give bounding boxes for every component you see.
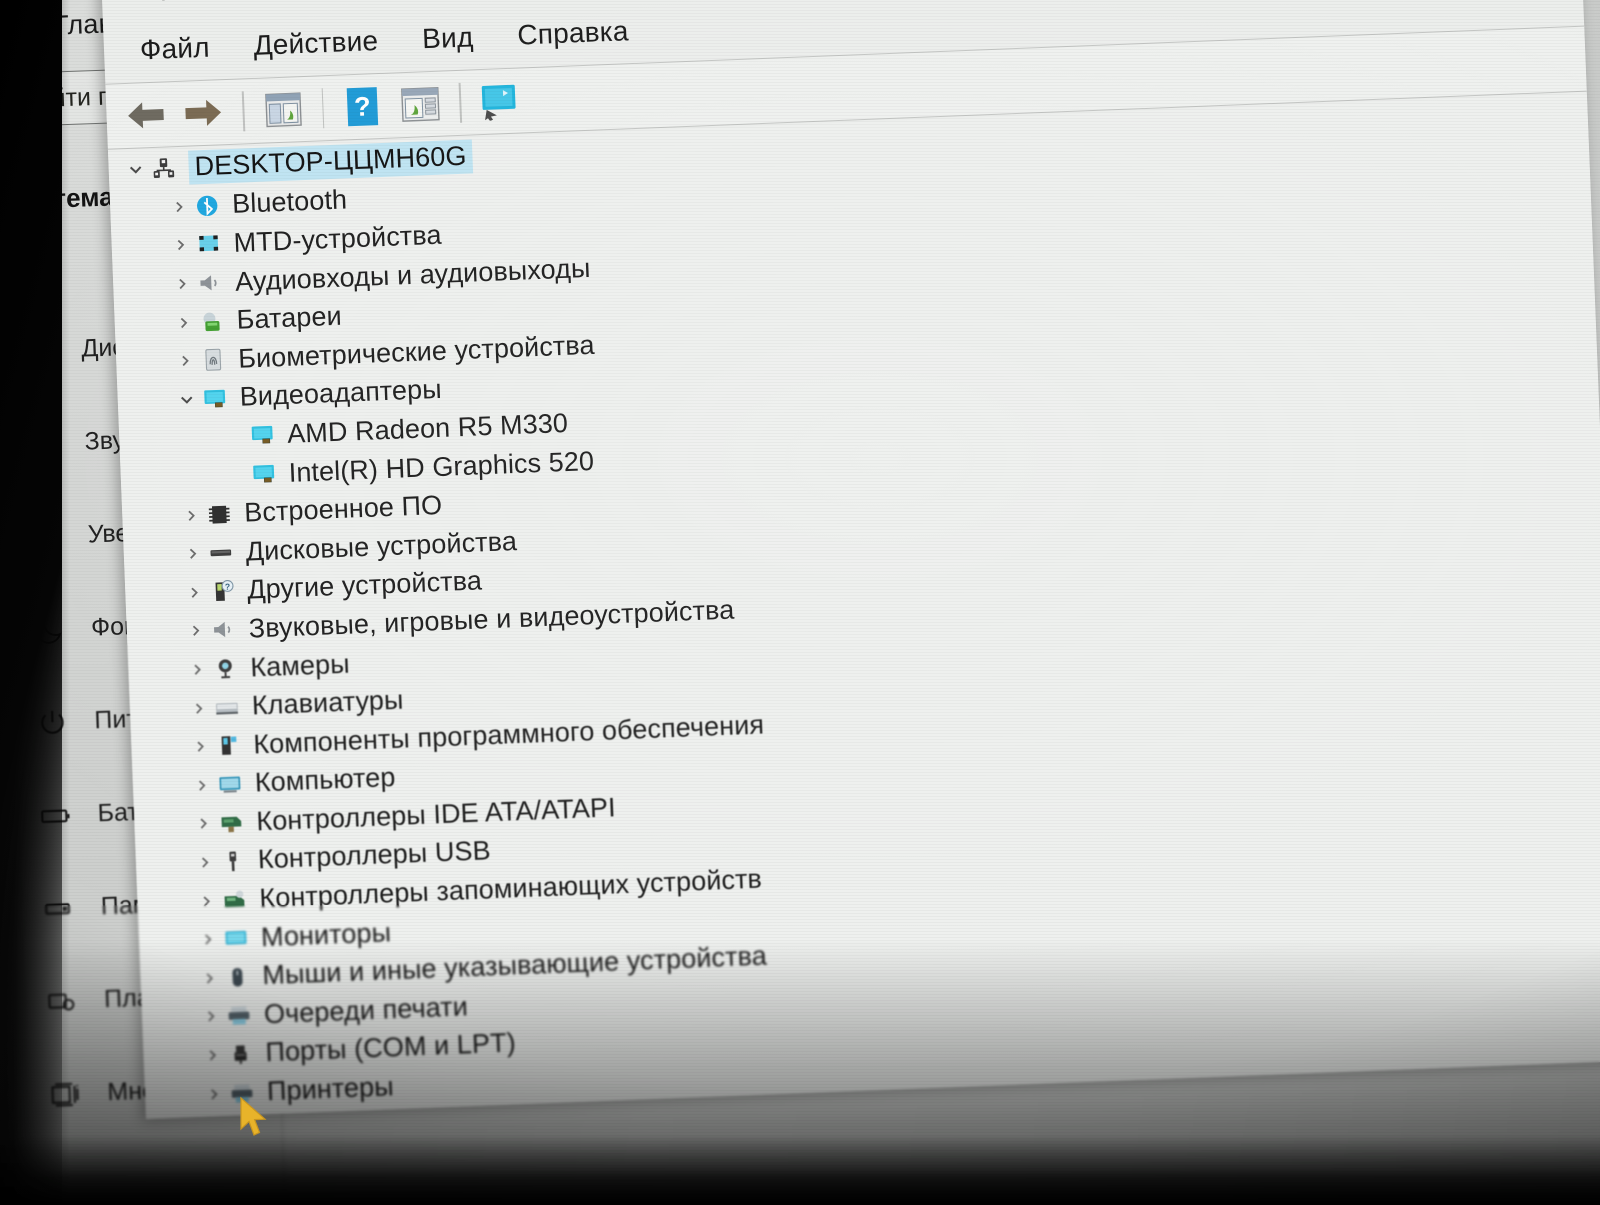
sound-icon bbox=[22, 423, 63, 464]
chevron-right-icon[interactable] bbox=[190, 810, 217, 837]
chevron-down-icon[interactable] bbox=[173, 386, 200, 413]
chevron-right-icon[interactable] bbox=[184, 656, 211, 683]
disk-drive-icon bbox=[205, 537, 236, 568]
device-manager-icon bbox=[115, 0, 146, 2]
chevron-right-icon[interactable] bbox=[188, 772, 215, 799]
forward-arrow-icon[interactable] bbox=[174, 85, 234, 141]
other-devices-icon: ? bbox=[207, 576, 238, 607]
usb-controller-icon bbox=[217, 846, 248, 877]
device-tree[interactable]: DESKTOP-ЦЦMH60G Bluetooth MTD-устройства… bbox=[108, 93, 1600, 1119]
battery-icon bbox=[35, 795, 76, 836]
tree-row-label: Контроллеры USB bbox=[257, 835, 492, 875]
window-title: Диспетчер устройств bbox=[161, 0, 449, 2]
sound-video-game-icon bbox=[208, 614, 239, 645]
svg-text:?: ? bbox=[354, 91, 372, 122]
toolbar-separator bbox=[458, 82, 462, 123]
toolbar-separator bbox=[321, 88, 325, 129]
properties-icon[interactable] bbox=[253, 82, 313, 138]
back-arrow-icon[interactable] bbox=[116, 87, 176, 143]
multitasking-icon bbox=[45, 1073, 86, 1114]
computer-icon bbox=[214, 769, 245, 800]
chevron-down-icon[interactable] bbox=[122, 156, 149, 183]
settings-section-title: Система bbox=[3, 181, 115, 216]
tree-row-label: Мониторы bbox=[260, 916, 392, 952]
computer-root-icon bbox=[148, 153, 179, 184]
menu-item-view[interactable]: Вид bbox=[400, 20, 496, 56]
chevron-right-icon[interactable] bbox=[191, 849, 218, 876]
tablet-icon bbox=[41, 981, 82, 1022]
menu-item-file[interactable]: Файл bbox=[117, 31, 232, 67]
audio-io-icon bbox=[195, 267, 226, 298]
photographed-laptop-screen: Главная Найти п Система Дисп bbox=[0, 0, 1600, 1205]
chevron-right-icon[interactable] bbox=[193, 888, 220, 915]
chevron-right-icon[interactable] bbox=[187, 733, 214, 760]
tree-row-label: Другие устройства bbox=[246, 565, 483, 605]
chevron-right-icon[interactable] bbox=[166, 193, 193, 220]
tree-row-label: Порты (COM и LPT) bbox=[264, 1027, 517, 1068]
chevron-right-icon[interactable] bbox=[198, 1003, 225, 1030]
menu-item-action[interactable]: Действие bbox=[231, 24, 401, 63]
keyboard-icon bbox=[211, 692, 242, 723]
firmware-icon bbox=[204, 499, 235, 530]
focus-assist-moon-icon bbox=[28, 609, 69, 650]
home-icon bbox=[1, 6, 36, 48]
biometric-icon bbox=[198, 344, 229, 375]
notifications-icon bbox=[25, 516, 66, 557]
settings-search-value: Найти п bbox=[19, 81, 112, 114]
chevron-right-icon[interactable] bbox=[199, 1042, 226, 1069]
chevron-right-icon[interactable] bbox=[170, 309, 197, 336]
bluetooth-icon bbox=[192, 190, 223, 221]
device-manager-window: Диспетчер устройств Файл Действие Вид Сп… bbox=[98, 0, 1600, 1119]
toolbar-separator bbox=[241, 91, 245, 132]
chevron-right-icon[interactable] bbox=[181, 579, 208, 606]
chevron-right-icon[interactable] bbox=[185, 695, 212, 722]
tree-row-label: Принтеры bbox=[266, 1071, 395, 1107]
tree-row-label: Видеоадаптеры bbox=[239, 374, 443, 413]
tree-row-label: Компьютер bbox=[254, 762, 397, 798]
ide-controller-icon bbox=[216, 807, 247, 838]
update-driver-icon[interactable] bbox=[390, 76, 450, 132]
tree-row-label: Батареи bbox=[236, 300, 343, 335]
tree-row-label: Bluetooth bbox=[231, 184, 348, 220]
battery-device-icon bbox=[196, 306, 227, 337]
tree-row-label: Встроенное ПО bbox=[243, 490, 443, 528]
chevron-right-icon[interactable] bbox=[179, 540, 206, 567]
monitor-icon bbox=[220, 923, 251, 954]
tree-row-label: Очереди печати bbox=[263, 991, 469, 1030]
power-icon bbox=[32, 702, 73, 743]
menu-item-help[interactable]: Справка bbox=[495, 14, 651, 52]
chevron-right-icon[interactable] bbox=[169, 270, 196, 297]
storage-icon bbox=[38, 888, 79, 929]
tree-row-label: MTD-устройства bbox=[233, 219, 443, 258]
display-adapter-icon bbox=[247, 420, 278, 451]
chevron-right-icon[interactable] bbox=[195, 926, 222, 953]
printer-icon bbox=[226, 1077, 257, 1108]
tree-row-label: Камеры bbox=[249, 648, 351, 683]
ports-icon bbox=[225, 1039, 256, 1070]
camera-icon bbox=[210, 653, 241, 684]
chevron-right-icon[interactable] bbox=[182, 618, 209, 645]
chevron-right-icon[interactable] bbox=[196, 965, 223, 992]
chevron-right-icon[interactable] bbox=[201, 1080, 228, 1107]
screen-surface: Главная Найти п Система Дисп bbox=[0, 0, 1600, 1205]
tree-row-label: Клавиатуры bbox=[251, 684, 404, 721]
software-components-icon bbox=[213, 730, 244, 761]
display-adapter-icon bbox=[248, 458, 279, 489]
storage-controller-icon bbox=[219, 884, 250, 915]
display-icon bbox=[19, 330, 60, 371]
chevron-right-icon[interactable] bbox=[172, 348, 199, 375]
display-adapter-icon bbox=[199, 383, 230, 414]
scan-hardware-icon[interactable] bbox=[470, 73, 530, 129]
chevron-right-icon[interactable] bbox=[178, 502, 205, 529]
mtd-device-icon bbox=[193, 229, 224, 260]
help-icon[interactable]: ? bbox=[332, 79, 392, 135]
print-queue-icon bbox=[223, 1000, 254, 1031]
svg-text:?: ? bbox=[225, 581, 231, 591]
chevron-right-icon[interactable] bbox=[167, 232, 194, 259]
mouse-icon bbox=[222, 961, 253, 992]
